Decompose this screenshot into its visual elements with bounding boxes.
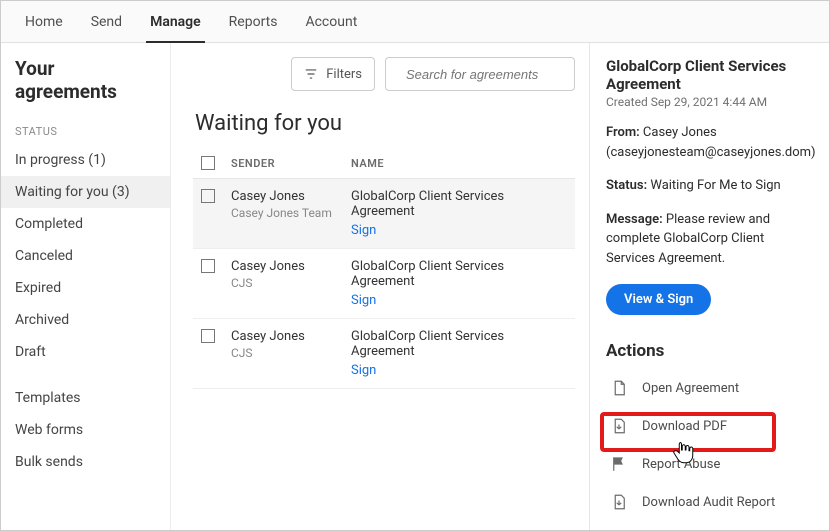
from-email: (caseyjonesteam@caseyjones.dom) <box>606 145 816 160</box>
sidebar-item-webforms[interactable]: Web forms <box>1 414 170 446</box>
section-title: Waiting for you <box>195 111 575 136</box>
row-name: GlobalCorp Client Services Agreement <box>351 189 567 219</box>
row-checkbox[interactable] <box>201 329 215 343</box>
action-label: Download Audit Report <box>642 495 775 510</box>
checkbox-all[interactable] <box>201 156 215 170</box>
row-sender: Casey Jones <box>231 329 335 344</box>
sidebar-item-templates[interactable]: Templates <box>1 382 170 414</box>
row-checkbox[interactable] <box>201 189 215 203</box>
sidebar-item-waiting[interactable]: Waiting for you (3) <box>1 176 170 208</box>
download-pdf-icon <box>610 417 628 435</box>
col-sender[interactable]: SENDER <box>223 146 343 179</box>
agreements-table: SENDER NAME Casey Jones Casey Jones Team… <box>193 146 575 389</box>
action-label: Report Abuse <box>642 457 720 472</box>
nav-account[interactable]: Account <box>291 1 371 42</box>
action-report-abuse[interactable]: Report Abuse <box>606 445 813 483</box>
nav-manage[interactable]: Manage <box>136 1 215 42</box>
row-sender-sub: CJS <box>231 276 335 290</box>
toolbar: Filters <box>193 57 575 91</box>
filter-icon <box>304 67 318 81</box>
download-audit-icon <box>610 493 628 511</box>
sidebar-item-bulksends[interactable]: Bulk sends <box>1 446 170 478</box>
sidebar-item-completed[interactable]: Completed <box>1 208 170 240</box>
status-label: Status: <box>606 178 647 193</box>
document-icon <box>610 379 628 397</box>
sidebar-item-in-progress[interactable]: In progress (1) <box>1 144 170 176</box>
sidebar-item-expired[interactable]: Expired <box>1 272 170 304</box>
row-checkbox[interactable] <box>201 259 215 273</box>
action-label: Open Agreement <box>642 381 739 396</box>
sidebar-status-head: STATUS <box>1 119 170 144</box>
view-sign-button[interactable]: View & Sign <box>606 284 711 315</box>
flag-icon <box>610 455 628 473</box>
status-value: Waiting For Me to Sign <box>650 178 780 193</box>
row-sender: Casey Jones <box>231 189 335 204</box>
sidebar: Your agreements STATUS In progress (1) W… <box>1 43 171 530</box>
sign-link[interactable]: Sign <box>351 223 567 238</box>
sign-link[interactable]: Sign <box>351 293 567 308</box>
from-label: From: <box>606 125 640 140</box>
col-name[interactable]: NAME <box>343 146 575 179</box>
table-row[interactable]: Casey Jones CJS GlobalCorp Client Servic… <box>193 249 575 319</box>
sidebar-title: Your agreements <box>1 57 170 119</box>
action-download-audit[interactable]: Download Audit Report <box>606 483 813 521</box>
sidebar-item-archived[interactable]: Archived <box>1 304 170 336</box>
filters-button[interactable]: Filters <box>291 57 375 91</box>
main-content: Filters Waiting for you SENDER NAME <box>171 43 589 530</box>
action-download-pdf[interactable]: Download PDF <box>606 407 813 445</box>
table-row[interactable]: Casey Jones CJS GlobalCorp Client Servic… <box>193 319 575 389</box>
row-sender-sub: CJS <box>231 346 335 360</box>
actions-heading: Actions <box>606 341 813 361</box>
detail-created: Created Sep 29, 2021 4:44 AM <box>606 95 813 109</box>
nav-send[interactable]: Send <box>77 1 136 42</box>
top-nav: Home Send Manage Reports Account <box>1 1 829 43</box>
detail-title: GlobalCorp Client Services Agreement <box>606 57 813 93</box>
from-name: Casey Jones <box>643 125 717 140</box>
nav-reports[interactable]: Reports <box>215 1 292 42</box>
row-sender: Casey Jones <box>231 259 335 274</box>
search-box[interactable] <box>385 57 575 91</box>
search-input[interactable] <box>406 67 584 82</box>
filters-label: Filters <box>326 67 362 82</box>
details-panel: GlobalCorp Client Services Agreement Cre… <box>589 43 829 530</box>
row-name: GlobalCorp Client Services Agreement <box>351 329 567 359</box>
action-hide-agreement[interactable]: Hide Agreement <box>606 521 813 531</box>
nav-home[interactable]: Home <box>11 1 77 42</box>
sign-link[interactable]: Sign <box>351 363 567 378</box>
action-label: Download PDF <box>642 419 727 434</box>
message-label: Message: <box>606 212 663 227</box>
action-open-agreement[interactable]: Open Agreement <box>606 369 813 407</box>
row-name: GlobalCorp Client Services Agreement <box>351 259 567 289</box>
sidebar-item-draft[interactable]: Draft <box>1 336 170 368</box>
sidebar-item-canceled[interactable]: Canceled <box>1 240 170 272</box>
table-row[interactable]: Casey Jones Casey Jones Team GlobalCorp … <box>193 179 575 249</box>
row-sender-sub: Casey Jones Team <box>231 206 335 220</box>
